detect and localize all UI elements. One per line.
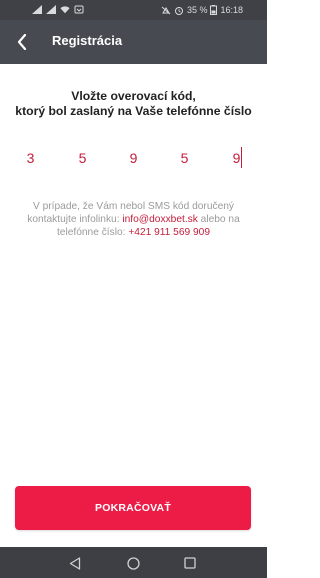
nav-home-button[interactable] <box>124 554 142 572</box>
help-line-3: telefónne číslo: +421 911 569 909 <box>0 226 267 239</box>
help-line-2-suffix: alebo na <box>197 214 240 225</box>
alarm-icon <box>174 6 183 15</box>
signal-icon <box>46 5 56 14</box>
nav-recents-button[interactable] <box>181 554 199 572</box>
nav-back-button[interactable] <box>66 554 84 572</box>
help-line-2-prefix: kontaktujte infolinku: <box>27 214 123 225</box>
support-email-link[interactable]: info@doxxbet.sk <box>122 214 197 225</box>
status-right-icons: 35 % 16:18 <box>161 5 243 15</box>
wifi-icon <box>60 6 70 14</box>
support-phone-link[interactable]: +421 911 569 909 <box>128 227 210 238</box>
page-title: Registrácia <box>52 33 123 48</box>
system-nav-bar <box>0 547 267 578</box>
code-digit-3[interactable]: 9 <box>117 136 150 180</box>
battery-icon <box>210 5 218 15</box>
code-digit-2[interactable]: 5 <box>66 136 99 180</box>
home-circle-icon <box>126 556 140 570</box>
status-bar: 35 % 16:18 <box>0 0 267 20</box>
instruction-heading: Vložte overovací kód, ktorý bol zaslaný … <box>0 89 267 119</box>
code-digit-1[interactable]: 3 <box>14 136 47 180</box>
battery-percent: 35 % <box>186 5 208 15</box>
instruction-line-1: Vložte overovací kód, <box>71 89 196 103</box>
text-caret <box>241 147 242 168</box>
back-triangle-icon <box>69 556 81 570</box>
chevron-left-icon <box>17 34 27 50</box>
continue-button[interactable]: POKRAČOVAŤ <box>15 486 251 530</box>
help-line-3-prefix: telefónne číslo: <box>56 227 129 238</box>
code-digit-5[interactable]: 9 <box>220 136 253 180</box>
recents-square-icon <box>184 557 196 569</box>
notification-icon <box>74 5 84 14</box>
verification-code-input: 3 5 9 5 9 <box>0 136 267 180</box>
mute-icon <box>161 6 171 14</box>
help-text: V prípade, že Vám nebol SMS kód doručený… <box>0 200 267 239</box>
status-left-icons <box>32 5 84 14</box>
status-time: 16:18 <box>220 5 243 15</box>
help-line-1: V prípade, že Vám nebol SMS kód doručený <box>32 201 235 212</box>
app-bar: Registrácia <box>0 20 267 64</box>
instruction-line-2: ktorý bol zaslaný na Vaše telefónne čísl… <box>15 104 252 118</box>
help-line-2: kontaktujte infolinku: info@doxxbet.sk a… <box>0 213 267 226</box>
code-digit-4[interactable]: 5 <box>168 136 201 180</box>
signal-icon <box>32 5 42 14</box>
back-button[interactable] <box>8 28 36 56</box>
